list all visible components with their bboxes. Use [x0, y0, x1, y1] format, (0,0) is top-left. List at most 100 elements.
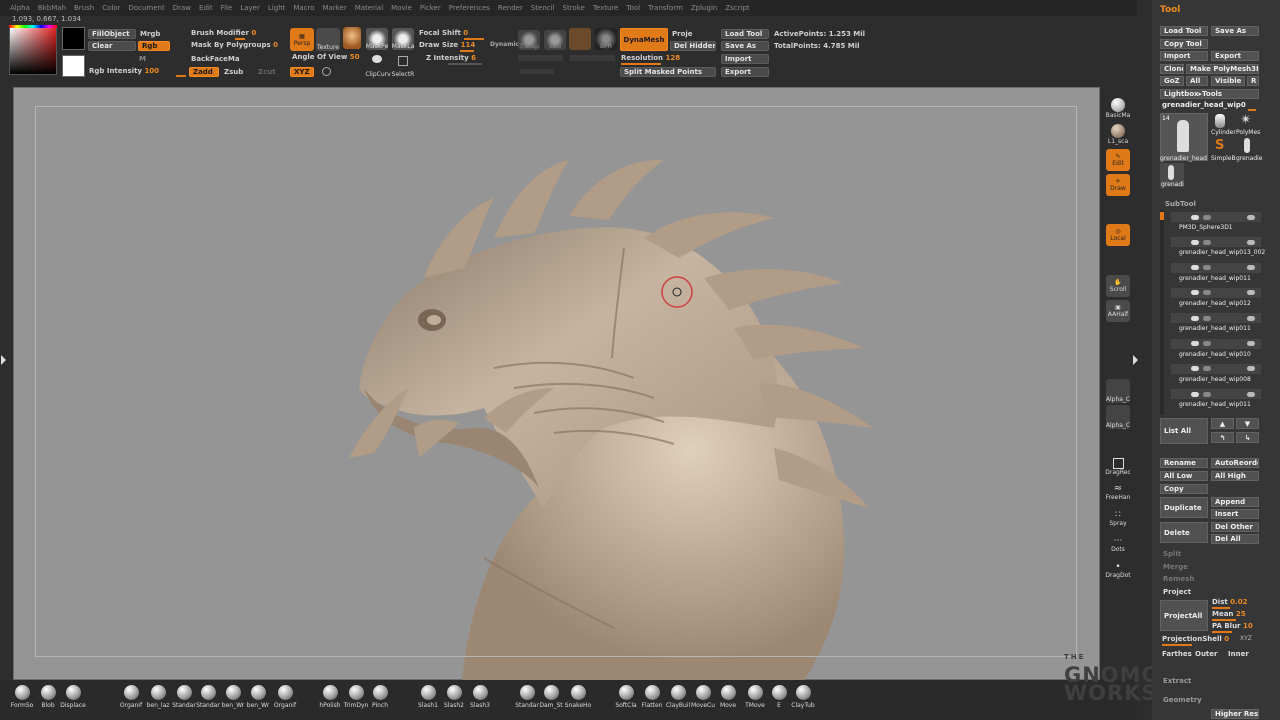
menu-material[interactable]: Material — [355, 4, 383, 12]
all-low-button[interactable]: All Low — [1160, 471, 1208, 481]
persp-button[interactable]: ▦ Persp — [290, 28, 314, 51]
mean-slider[interactable]: Mean 25 — [1212, 610, 1246, 618]
subtool-row[interactable]: grenadier_head_wip013_002 — [1171, 237, 1265, 260]
brush-hpolish[interactable]: hPolish — [316, 685, 344, 709]
polymesh-thumbnail-icon[interactable]: ✴ — [1240, 112, 1252, 128]
brush-standar[interactable]: Standar — [194, 685, 222, 709]
lightbox-tools-button[interactable]: Lightbox▸Tools — [1160, 89, 1259, 99]
delete-button[interactable]: Delete — [1160, 522, 1208, 543]
brush-formso[interactable]: FormSo — [8, 685, 36, 709]
color-picker[interactable] — [9, 27, 57, 75]
rgb-intensity-slider[interactable]: Rgb Intensity 100 — [89, 67, 159, 75]
outer-toggle[interactable]: Outer — [1195, 650, 1217, 658]
projection-shell-slider[interactable]: ProjectionShell 0 — [1162, 635, 1229, 643]
polypaint-toggle-icon[interactable] — [1203, 290, 1211, 296]
clone-button[interactable]: Clone — [1160, 64, 1184, 74]
zcut-button[interactable]: Zcut — [258, 68, 276, 76]
color-hue-strip[interactable] — [9, 25, 57, 28]
duplicate-button[interactable]: Duplicate — [1160, 497, 1208, 518]
z-intensity-slider[interactable]: Z Intensity 6 — [426, 54, 476, 62]
menu-document[interactable]: Document — [128, 4, 164, 12]
subtool-scroll-thumb[interactable] — [1160, 212, 1164, 220]
dots-button[interactable]: ⋯ Dots — [1105, 532, 1131, 556]
merge-section[interactable]: Merge — [1163, 563, 1188, 571]
save-as-button[interactable]: Save As — [721, 41, 769, 51]
simplebrush-thumbnail-icon[interactable]: S — [1215, 138, 1224, 153]
subtool-row[interactable]: grenadier_head_wip010 — [1171, 338, 1261, 362]
polypaint-toggle-icon[interactable] — [1203, 265, 1211, 271]
polypaint-toggle-icon[interactable] — [1203, 315, 1211, 321]
brush-organif[interactable]: Organif — [117, 685, 145, 709]
eye-icon[interactable] — [1247, 366, 1255, 372]
brush-slash2[interactable]: Slash2 — [440, 685, 468, 709]
brush-blob[interactable]: Blob — [34, 685, 62, 709]
eye-icon[interactable] — [1247, 214, 1255, 220]
subtool-scrollbar[interactable] — [1160, 210, 1164, 415]
basic-material-button[interactable]: BasicMa — [1106, 96, 1130, 120]
cylinder-thumbnail-icon[interactable] — [1215, 114, 1225, 128]
brush-claytub[interactable]: ClayTub — [789, 685, 817, 709]
texture-button[interactable]: Texture — [316, 28, 340, 51]
tool-load-button[interactable]: Load Tool — [1160, 26, 1208, 36]
mask-pen-button[interactable]: MaskPe — [366, 28, 388, 50]
brush-slash1[interactable]: Slash1 — [414, 685, 442, 709]
subtool-row[interactable]: PM3D_Sphere3D1 — [1171, 212, 1261, 235]
menu-marker[interactable]: Marker — [323, 4, 347, 12]
import-button[interactable]: Import — [721, 54, 769, 64]
primary-color-swatch[interactable] — [62, 27, 85, 50]
extract-section[interactable]: Extract — [1163, 677, 1191, 685]
visibility-toggle-icon[interactable] — [1191, 391, 1199, 397]
freehand-button[interactable]: ≈ FreeHan — [1105, 480, 1131, 504]
menu-render[interactable]: Render — [498, 4, 523, 12]
polypaint-toggle-icon[interactable] — [1203, 366, 1211, 372]
menu-light[interactable]: Light — [268, 4, 285, 12]
move-down-button[interactable]: ▼ — [1236, 418, 1259, 429]
resolution-slider[interactable]: Resolution 128 — [621, 54, 680, 62]
move-up-button[interactable]: ▲ — [1211, 418, 1234, 429]
goz-all-button[interactable]: All — [1186, 76, 1208, 86]
insert-button[interactable]: Insert — [1211, 509, 1259, 519]
menu-macro[interactable]: Macro — [293, 4, 314, 12]
menu-transform[interactable]: Transform — [648, 4, 683, 12]
brush-displace[interactable]: Displace — [59, 685, 87, 709]
tool-export-button[interactable]: Export — [1211, 51, 1259, 61]
auto-reorder-button[interactable]: AutoReorde — [1211, 458, 1259, 468]
higher-res-button[interactable]: Higher Res — [1211, 709, 1259, 719]
menu-preferences[interactable]: Preferences — [449, 4, 490, 12]
brush-dam-st[interactable]: Dam_St — [537, 685, 565, 709]
left-tray-arrow-icon[interactable] — [1, 355, 6, 365]
subtool-header[interactable]: SubTool — [1165, 200, 1196, 208]
brush-ben-wr[interactable]: ben_Wr — [244, 685, 272, 709]
current-tool-name[interactable]: grenadier_head_wip0 — [1162, 101, 1246, 109]
brush-softcla[interactable]: SoftCla — [612, 685, 640, 709]
project-toggle[interactable]: Proje — [672, 30, 693, 38]
brush-snakeho[interactable]: SnakeHo — [564, 685, 592, 709]
make-polymesh-button[interactable]: Make PolyMesh3D — [1186, 64, 1259, 74]
clear-button[interactable]: Clear — [88, 41, 136, 51]
polypaint-toggle-icon[interactable] — [1203, 341, 1211, 346]
project-section[interactable]: Project — [1163, 588, 1191, 596]
project-all-button[interactable]: ProjectAll — [1160, 600, 1208, 631]
draw-button[interactable]: ✛ Draw — [1106, 174, 1130, 196]
menu-stencil[interactable]: Stencil — [531, 4, 555, 12]
eye-icon[interactable] — [1247, 265, 1255, 271]
focal-shift-slider[interactable]: Focal Shift 0 — [419, 29, 468, 37]
alpha-slot-1[interactable]: Alpha_C — [1106, 379, 1130, 403]
copy-subtool-button[interactable]: Copy — [1160, 484, 1208, 494]
del-hidden-button[interactable]: Del Hidden — [670, 41, 716, 51]
remesh-section[interactable]: Remesh — [1163, 575, 1194, 583]
menu-stroke[interactable]: Stroke — [563, 4, 585, 12]
dynamesh-button[interactable]: DynaMesh — [620, 28, 668, 51]
subtool-row[interactable]: grenadier_head_wip012 — [1171, 287, 1261, 311]
menu-zplugin[interactable]: Zplugin — [691, 4, 717, 12]
document-canvas[interactable] — [13, 87, 1100, 681]
pa-blur-slider[interactable]: PA Blur 10 — [1212, 622, 1253, 630]
material-2-button[interactable]: L1_sca — [1106, 122, 1130, 146]
secondary-color-swatch[interactable] — [62, 55, 85, 77]
eye-icon[interactable] — [1247, 315, 1255, 321]
inner-toggle[interactable]: Inner — [1228, 650, 1249, 658]
polypaint-toggle-icon[interactable] — [1203, 391, 1211, 397]
m-toggle[interactable]: M — [139, 55, 146, 63]
local-button[interactable]: ◎ Local — [1106, 224, 1130, 246]
tool-palette-title[interactable]: Tool — [1160, 5, 1180, 15]
